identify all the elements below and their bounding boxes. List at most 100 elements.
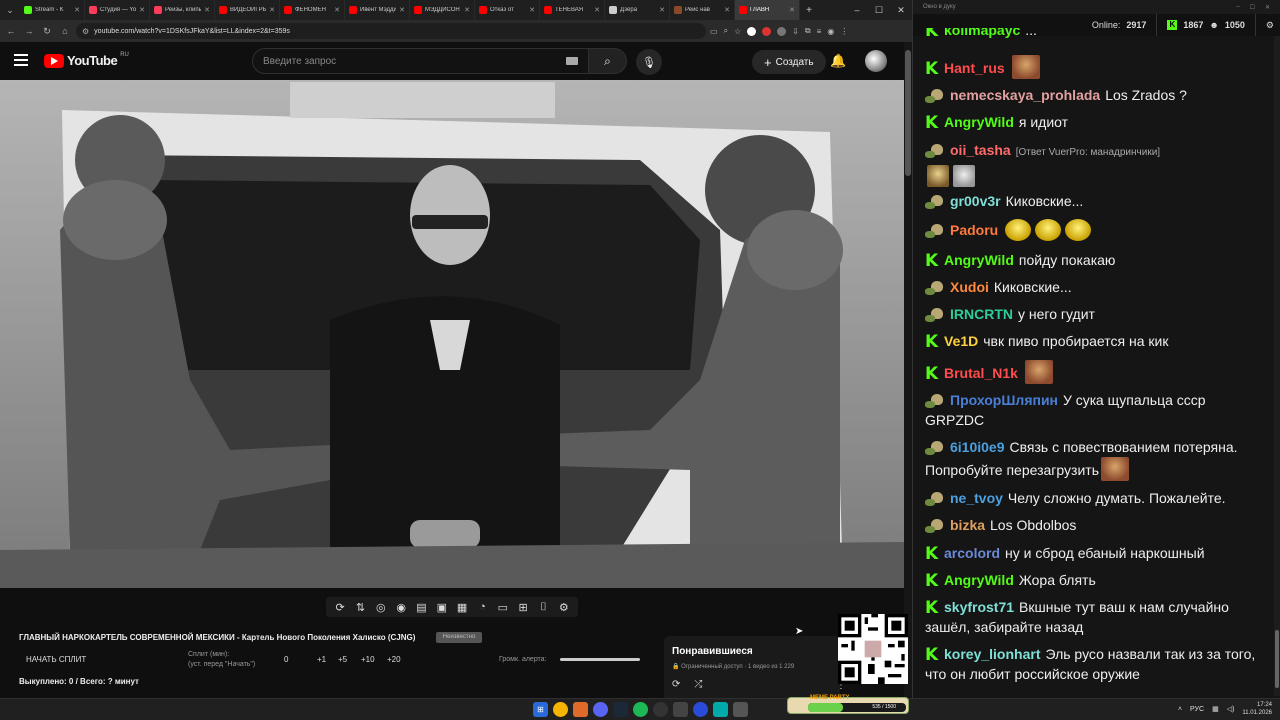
playlist-title[interactable]: Понравившиеся xyxy=(672,646,753,657)
start-windows-icon[interactable]: ⊞ xyxy=(533,702,548,717)
page-scrollbar[interactable] xyxy=(904,42,912,698)
chat-close-icon[interactable]: ✕ xyxy=(1265,4,1270,11)
spotify-icon[interactable] xyxy=(633,702,648,717)
steam-icon[interactable] xyxy=(613,702,628,717)
split-add-10-button[interactable]: +10 xyxy=(361,655,375,664)
voice-search-button[interactable]: 🎙 xyxy=(636,49,662,75)
reading-list-icon[interactable]: ≡ xyxy=(817,27,822,36)
chat-username[interactable]: ne_tvoy xyxy=(950,490,1003,506)
chat-maximize-icon[interactable]: ☐ xyxy=(1250,4,1255,11)
clock[interactable]: 17:24 11.01.2026 xyxy=(1242,701,1272,717)
browser-tab[interactable]: ГЛАВН ✕ xyxy=(735,0,800,20)
browser-tab[interactable]: МЭДДИСОН ✕ xyxy=(410,0,475,20)
chat-username[interactable]: Hant_rus xyxy=(944,60,1005,76)
maximize-icon[interactable]: ☐ xyxy=(868,0,890,20)
video-player[interactable] xyxy=(0,80,904,588)
zoom-icon[interactable]: ⌕ xyxy=(724,26,728,36)
search-input[interactable]: Введите запрос xyxy=(252,48,589,74)
keyboard-icon[interactable] xyxy=(566,57,578,65)
chat-scrollbar-thumb[interactable] xyxy=(1275,630,1279,688)
discord-icon[interactable] xyxy=(593,702,608,717)
chat-username[interactable]: AngryWild xyxy=(944,114,1014,130)
tab-close-icon[interactable]: ✕ xyxy=(269,6,275,14)
tab-close-icon[interactable]: ✕ xyxy=(789,6,795,14)
download-icon[interactable]: ⇩ xyxy=(792,27,799,36)
tab-close-icon[interactable]: ✕ xyxy=(464,6,470,14)
browser-tab[interactable]: Stream - K ✕ xyxy=(20,0,85,20)
split-add-20-button[interactable]: +20 xyxy=(387,655,401,664)
card-icon[interactable]: ▭ xyxy=(495,601,511,614)
volume-icon[interactable]: ◁) xyxy=(1227,705,1235,713)
scrollbar-thumb[interactable] xyxy=(905,50,911,176)
bookmark-star-icon[interactable]: ☆ xyxy=(734,27,741,36)
youtube-logo[interactable]: YouTube RU xyxy=(44,52,129,68)
captions-icon[interactable]: ▦ xyxy=(454,601,470,614)
home-icon[interactable]: ⌂ xyxy=(58,26,72,36)
app-icon-2[interactable] xyxy=(733,702,748,717)
back-icon[interactable]: ← xyxy=(4,26,18,36)
sort-icon[interactable]: ⇅ xyxy=(352,601,368,614)
browser-tab[interactable]: ФЕНОМЕН ✕ xyxy=(280,0,345,20)
tab-close-icon[interactable]: ✕ xyxy=(594,6,600,14)
obs-icon[interactable] xyxy=(653,702,668,717)
site-info-icon[interactable]: ⚙ xyxy=(82,27,89,36)
speed-icon[interactable]: ◔ xyxy=(474,601,490,613)
browser-tab[interactable]: Отказ от ✕ xyxy=(475,0,540,20)
language-indicator[interactable]: РУС xyxy=(1190,706,1204,713)
chat-username[interactable]: korey_lionhart xyxy=(944,646,1040,662)
chat-username[interactable]: Xudoi xyxy=(950,279,989,295)
chat-minimize-icon[interactable]: – xyxy=(1236,4,1239,11)
screenshot-icon[interactable]: ⌷ xyxy=(535,601,551,614)
tab-close-icon[interactable]: ✕ xyxy=(659,6,665,14)
loop-icon[interactable]: ⟳ xyxy=(332,601,348,614)
media-icon[interactable] xyxy=(693,702,708,717)
extensions-puzzle-icon[interactable]: ⧉ xyxy=(805,26,811,36)
forward-icon[interactable]: → xyxy=(22,26,36,36)
extension-icon[interactable] xyxy=(747,26,757,36)
folder-icon[interactable] xyxy=(573,702,588,717)
chat-username[interactable]: IRNCRTN xyxy=(950,306,1013,322)
settings-gear-icon[interactable]: ⚙ xyxy=(556,601,572,614)
chat-username[interactable]: oii_tasha xyxy=(950,142,1011,158)
menu-dots-icon[interactable]: ⋮ xyxy=(840,27,848,36)
tab-close-icon[interactable]: ✕ xyxy=(204,6,210,14)
chat-username[interactable]: bizka xyxy=(950,517,985,533)
start-split-button[interactable]: НАЧАТЬ СПЛИТ xyxy=(26,655,86,664)
create-button[interactable]: + Создать xyxy=(752,50,826,74)
browser-tab[interactable]: ТЕНЕВАЯ ✕ xyxy=(540,0,605,20)
tray-chevron-icon[interactable]: ˄ xyxy=(1178,706,1182,713)
tab-close-icon[interactable]: ✕ xyxy=(139,6,145,14)
chat-username[interactable]: skyfrost71 xyxy=(944,599,1014,615)
app-icon[interactable] xyxy=(673,702,688,717)
chat-username[interactable]: gr00v3r xyxy=(950,193,1001,209)
chat-username[interactable]: AngryWild xyxy=(944,572,1014,588)
browser-tab[interactable]: Рейзы, клипы ✕ xyxy=(150,0,215,20)
loop-playlist-icon[interactable]: ⟳ xyxy=(672,679,680,690)
chat-username[interactable]: nemecskaya_prohlada xyxy=(950,87,1100,103)
split-add-5-button[interactable]: +5 xyxy=(338,655,347,664)
chat-username[interactable]: arcolord xyxy=(944,545,1000,561)
screen-icon[interactable]: ▣ xyxy=(434,601,450,614)
chat-username[interactable]: Ve1D xyxy=(944,333,978,349)
chat-message-list[interactable]: kollmapayc... Hant_rus nemecskaya_prohlada… xyxy=(925,28,1269,696)
tab-close-icon[interactable]: ✕ xyxy=(529,6,535,14)
tab-search-icon[interactable]: ⌄ xyxy=(0,0,20,20)
chat-username[interactable]: Brutal_N1k xyxy=(944,365,1018,381)
chat-scrollbar[interactable] xyxy=(1274,36,1280,696)
chat-username[interactable]: 6i10i0e9 xyxy=(950,439,1005,455)
tab-close-icon[interactable]: ✕ xyxy=(74,6,80,14)
tab-close-icon[interactable]: ✕ xyxy=(399,6,405,14)
network-icon[interactable]: ▦ xyxy=(1212,705,1219,713)
telegram-icon[interactable] xyxy=(713,702,728,717)
chat-username[interactable]: Padoru xyxy=(950,222,998,238)
url-field[interactable]: ⚙ youtube.com/watch?v=1DSKfsJFkaY&list=L… xyxy=(76,23,706,39)
reload-icon[interactable]: ↻ xyxy=(40,26,54,37)
extension-red-icon[interactable] xyxy=(762,26,772,36)
chat-username[interactable]: kollmapayc xyxy=(944,28,1020,38)
browser-tab[interactable]: ВИДЕОИГРЫ ✕ xyxy=(215,0,280,20)
cast-icon[interactable]: ▭ xyxy=(710,27,718,36)
eye-icon[interactable]: ◉ xyxy=(393,601,409,614)
chat-reply-reference[interactable]: [Ответ VuerPro: манадринчики] xyxy=(1016,147,1160,158)
split-add-1-button[interactable]: +1 xyxy=(317,655,326,664)
split-minutes-value[interactable]: 0 xyxy=(284,655,288,664)
